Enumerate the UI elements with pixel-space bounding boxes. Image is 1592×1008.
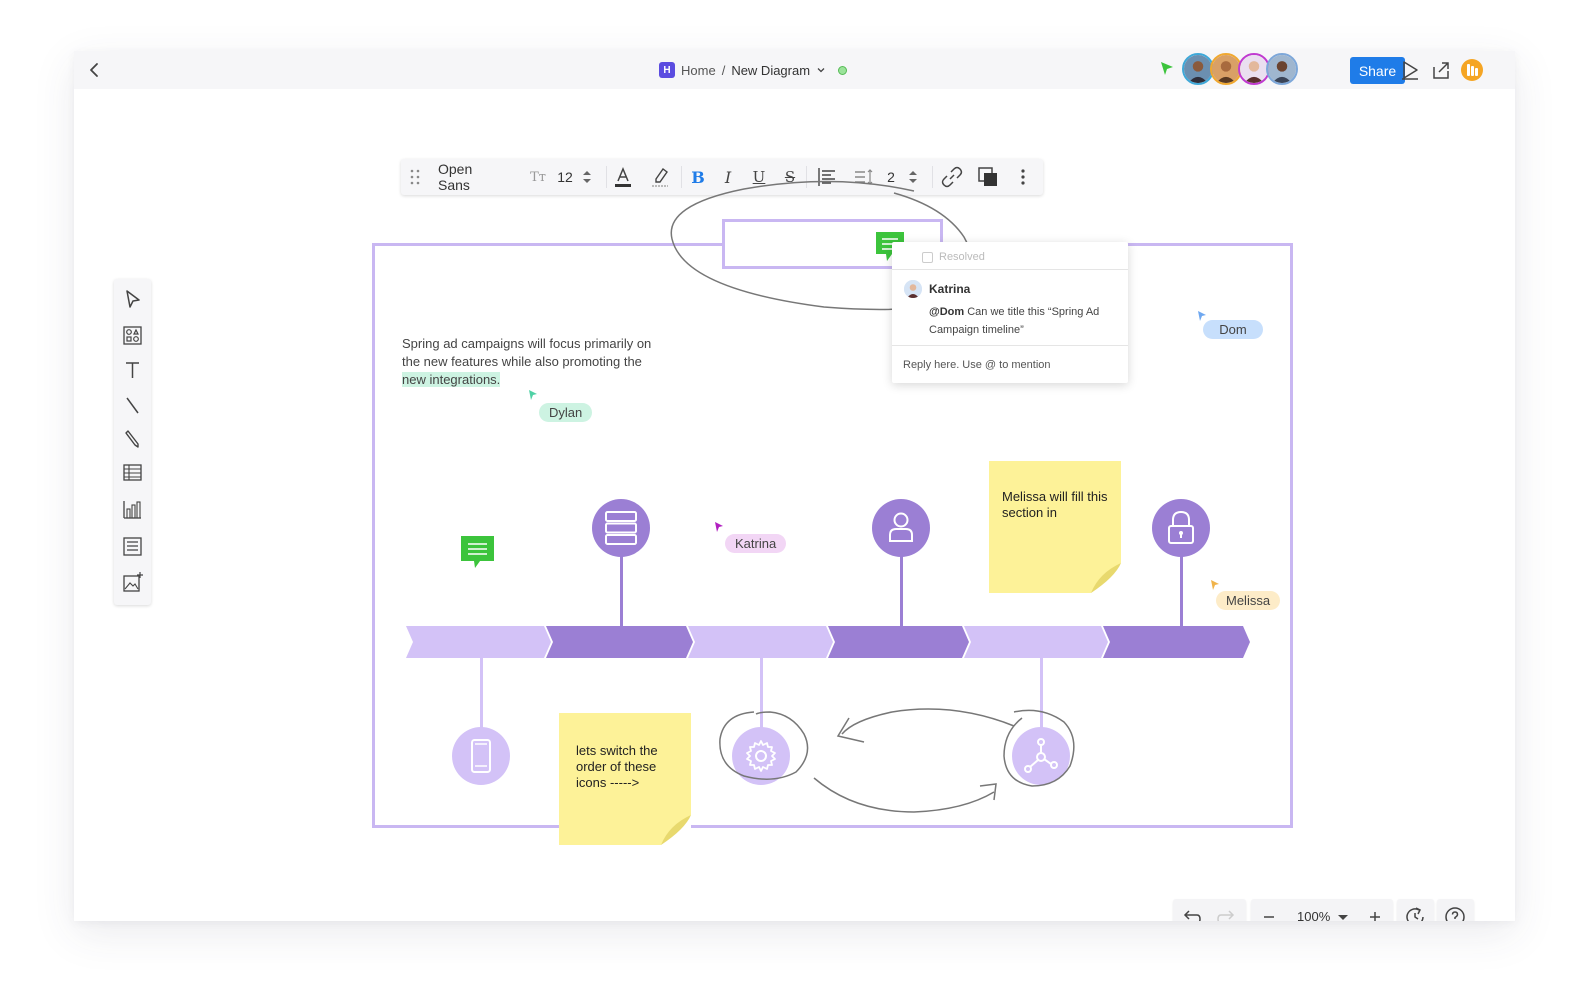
help-button-group bbox=[1437, 899, 1474, 921]
zoom-dropdown-chevron-down-icon[interactable] bbox=[1335, 905, 1351, 921]
app-window: H Home / New Diagram Share Open Sans Tт … bbox=[74, 51, 1515, 921]
text-tool-icon[interactable] bbox=[120, 358, 145, 383]
redo-icon[interactable] bbox=[1215, 905, 1239, 921]
tablet-icon[interactable] bbox=[452, 727, 510, 785]
pen-tool-icon[interactable] bbox=[120, 426, 145, 451]
zoom-out-icon[interactable] bbox=[1257, 905, 1281, 921]
font-size-stepper-icon[interactable] bbox=[580, 165, 594, 189]
present-play-icon[interactable] bbox=[1398, 58, 1422, 82]
help-icon[interactable] bbox=[1443, 905, 1467, 921]
comment-author: Katrina bbox=[929, 282, 971, 296]
timeline-arrow[interactable] bbox=[404, 626, 1252, 658]
line-tool-icon[interactable] bbox=[120, 393, 145, 418]
highlighted-text: new integrations. bbox=[402, 372, 501, 387]
divider bbox=[892, 269, 1128, 270]
more-options-icon[interactable] bbox=[1013, 165, 1033, 189]
zoom-in-icon[interactable] bbox=[1363, 905, 1387, 921]
melissa-cursor-label: Melissa bbox=[1216, 591, 1281, 610]
comment-marker-icon[interactable] bbox=[459, 534, 496, 571]
divider bbox=[892, 345, 1128, 346]
chevron-down-icon[interactable] bbox=[816, 65, 826, 75]
lock-icon[interactable] bbox=[1152, 499, 1210, 557]
reply-input[interactable]: Reply here. Use @ to mention bbox=[903, 359, 1051, 371]
sticky-note-text: Melissa will fill this section in bbox=[1002, 489, 1108, 520]
breadcrumb-home[interactable]: Home bbox=[681, 63, 716, 78]
history-button-group bbox=[1397, 899, 1434, 921]
zoom-controls: 100% bbox=[1251, 899, 1393, 921]
tool-rail bbox=[114, 279, 151, 605]
sticky-note[interactable]: lets switch the order of these icons ---… bbox=[559, 713, 691, 845]
zoom-level[interactable]: 100% bbox=[1297, 909, 1330, 921]
apps-icon[interactable] bbox=[1460, 58, 1484, 82]
resolved-checkbox[interactable]: Resolved bbox=[922, 250, 985, 264]
toolbar-divider bbox=[606, 166, 607, 188]
chart-tool-icon[interactable] bbox=[120, 497, 145, 522]
sticky-fold-icon bbox=[661, 815, 691, 845]
home-logo-icon[interactable]: H bbox=[659, 62, 675, 78]
sticky-fold-icon bbox=[1091, 563, 1121, 593]
milestone-stem bbox=[1180, 554, 1183, 628]
comment-mention[interactable]: @Dom bbox=[929, 306, 964, 318]
dylan-cursor-label: Dylan bbox=[539, 403, 593, 422]
document-title[interactable]: New Diagram bbox=[731, 63, 810, 78]
katrina-cursor-label: Katrina bbox=[725, 534, 787, 553]
dom-cursor-label: Dom bbox=[1203, 320, 1263, 339]
diagram-canvas[interactable]: Open Sans Tт 12 B I U S 2 Resolved Katri… bbox=[74, 89, 1515, 921]
avatar[interactable] bbox=[1266, 53, 1298, 85]
comment-body: @Dom Can we title this “Spring Ad Campai… bbox=[929, 303, 1119, 339]
select-pointer-icon[interactable] bbox=[120, 287, 145, 312]
body-text-line: Spring ad campaigns will focus primarily… bbox=[402, 336, 652, 351]
body-text-line: the new features while also promoting th… bbox=[402, 354, 642, 369]
container-tool-icon[interactable] bbox=[120, 534, 145, 559]
export-icon[interactable] bbox=[1429, 58, 1453, 82]
collaborator-avatars bbox=[1182, 53, 1298, 85]
table-tool-icon[interactable] bbox=[120, 460, 145, 485]
katrina-cursor-icon bbox=[715, 522, 723, 532]
back-chevron-left-icon[interactable] bbox=[84, 59, 106, 81]
version-history-icon[interactable] bbox=[1403, 905, 1427, 921]
dom-cursor-icon bbox=[1198, 311, 1206, 321]
presence-cursor-icon bbox=[1161, 62, 1173, 75]
melissa-cursor-icon bbox=[1211, 580, 1219, 590]
saved-status-icon bbox=[838, 65, 848, 75]
milestone-stem bbox=[900, 554, 903, 628]
user-icon[interactable] bbox=[872, 499, 930, 557]
history-controls bbox=[1173, 899, 1246, 921]
text-color-icon[interactable] bbox=[611, 165, 635, 189]
freehand-swap-arrows-annotation[interactable] bbox=[714, 694, 1094, 814]
dylan-cursor-icon bbox=[529, 390, 537, 400]
share-button[interactable]: Share bbox=[1350, 57, 1405, 84]
sticky-note-text: lets switch the order of these icons ---… bbox=[576, 743, 658, 790]
breadcrumb-separator: / bbox=[721, 62, 726, 78]
sticky-note[interactable]: Melissa will fill this section in bbox=[989, 461, 1121, 593]
font-size-icon: Tт bbox=[530, 169, 546, 185]
database-icon[interactable] bbox=[592, 499, 650, 557]
breadcrumb: H Home / New Diagram bbox=[659, 60, 848, 80]
drag-handle-icon[interactable] bbox=[407, 165, 423, 189]
body-text-block[interactable]: Spring ad campaigns will focus primarily… bbox=[402, 335, 662, 389]
top-bar: H Home / New Diagram Share bbox=[74, 51, 1515, 89]
checkbox-icon[interactable] bbox=[922, 251, 933, 263]
comment-author-avatar bbox=[904, 280, 922, 298]
comment-popup: Resolved Katrina @Dom Can we title this … bbox=[892, 242, 1128, 383]
image-tool-icon[interactable] bbox=[120, 570, 145, 595]
undo-icon[interactable] bbox=[1179, 905, 1203, 921]
milestone-stem bbox=[620, 554, 623, 628]
resolved-label: Resolved bbox=[939, 251, 985, 263]
font-family-select[interactable]: Open Sans bbox=[438, 161, 508, 193]
font-size-value[interactable]: 12 bbox=[553, 165, 577, 189]
milestone-stem bbox=[480, 658, 483, 730]
shapes-icon[interactable] bbox=[120, 323, 145, 348]
